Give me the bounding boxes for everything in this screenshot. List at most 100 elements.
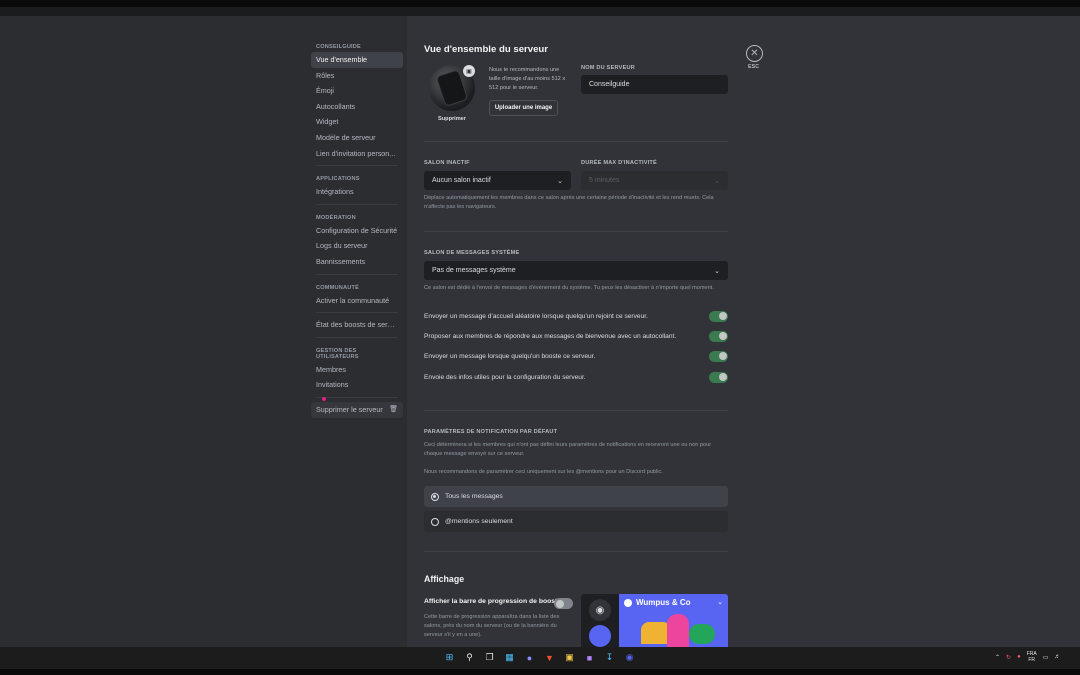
boost-message-toggle[interactable] (709, 350, 728, 362)
display-section-title: Affichage (424, 574, 465, 584)
esc-label: ESC (748, 64, 760, 70)
chevron-down-icon: ⌄ (714, 267, 720, 275)
banner-illustration (667, 614, 689, 647)
nav-divider (316, 312, 398, 314)
nav-item-enable-community[interactable]: Activer la communauté (311, 293, 403, 309)
toggle-label: Envoie des infos utiles pour la configur… (424, 373, 586, 381)
nav-item-invites[interactable]: Invitations (311, 377, 403, 393)
search-icon[interactable]: ⚲ (462, 650, 477, 665)
inactive-channel-label: SALON INACTIF (424, 160, 470, 166)
chevron-down-icon: ⌄ (714, 177, 720, 185)
server-name-label: NOM DU SERVEUR (581, 65, 635, 71)
banner-illustration (689, 624, 715, 644)
language-indicator[interactable]: FRA FR (1027, 651, 1037, 663)
nav-item-members[interactable]: Membres (311, 362, 403, 378)
discord-app-icon[interactable]: ◉ (622, 650, 637, 665)
welcome-message-toggle[interactable] (709, 310, 728, 322)
boost-bar-label: Afficher la barre de progression de boos… (424, 598, 558, 605)
nav-item-bans[interactable]: Bannissements (311, 254, 403, 270)
notification-recommendation: Nous recommandons de paramétrer ceci uni… (424, 469, 663, 475)
toggle-row-boost-message: Envoyer un message lorsque quelqu'un boo… (424, 349, 728, 363)
boost-bar-toggle[interactable] (554, 598, 573, 609)
nav-section-header: GESTION DES UTILISATEURS (316, 347, 359, 360)
upload-image-button[interactable]: Uploader une image (489, 100, 558, 116)
video-bottom-bar (0, 669, 1080, 675)
settings-nav: CONSEILGUIDE Vue d'ensemble Rôles Émoji … (311, 40, 403, 418)
nav-item-integrations[interactable]: Intégrations (311, 184, 403, 200)
delete-server-button[interactable]: Supprimer le serveur 🗑 (311, 401, 403, 418)
close-settings-button[interactable]: ✕ (746, 45, 763, 62)
nav-section-header: MODÉRATION (316, 214, 356, 221)
widgets-icon[interactable]: ▦ (502, 650, 517, 665)
nav-item-audit-log[interactable]: Logs du serveur (311, 238, 403, 254)
radio-label: @mentions seulement (445, 518, 513, 525)
section-divider (424, 410, 728, 411)
sync-icon[interactable]: ↻ (1006, 654, 1011, 661)
brave-browser-icon[interactable]: ▼ (542, 650, 557, 665)
file-explorer-icon[interactable]: ▣ (562, 650, 577, 665)
mouse-cursor-highlight (322, 397, 326, 401)
display-icon[interactable]: ▭ (1043, 654, 1049, 661)
chat-icon[interactable]: ● (522, 650, 537, 665)
nav-divider (316, 203, 398, 205)
keyboard-layout: FR (1028, 657, 1036, 663)
add-image-icon[interactable]: ▣ (463, 65, 475, 77)
nav-item-vanity-url[interactable]: Lien d'invitation person... (311, 146, 403, 162)
chevron-up-icon[interactable]: ⌃ (995, 654, 1000, 661)
server-icon (589, 625, 611, 647)
nav-item-emoji[interactable]: Émoji (311, 83, 403, 99)
nav-item-roles[interactable]: Rôles (311, 68, 403, 84)
nav-item-server-template[interactable]: Modèle de serveur (311, 130, 403, 146)
toggle-row-welcome: Envoyer un message d'accueil aléatoire l… (424, 309, 728, 323)
icon-recommendation-text: Nous te recommandons une taille d'image … (489, 67, 566, 91)
server-banner: Wumpus & Co ⌄ (619, 594, 728, 647)
download-icon[interactable]: ↧ (602, 650, 617, 665)
system-channel-value: Pas de messages système (432, 267, 516, 274)
chevron-down-icon: ⌄ (557, 177, 563, 185)
close-icon: ✕ (750, 48, 759, 59)
radio-all-messages[interactable]: Tous les messages (424, 486, 728, 507)
sticker-reply-toggle[interactable] (709, 330, 728, 342)
toggle-label: Envoyer un message lorsque quelqu'un boo… (424, 352, 596, 360)
radio-selected-icon (431, 492, 439, 501)
setup-tips-toggle[interactable] (709, 371, 728, 383)
chevron-down-icon: ⌄ (717, 599, 723, 606)
inactive-timeout-label: DURÉE MAX D'INACTIVITÉ (581, 160, 657, 166)
inactive-channel-select[interactable]: Aucun salon inactif ⌄ (424, 171, 571, 190)
toggle-label: Proposer aux membres de répondre aux mes… (424, 332, 677, 340)
nav-divider (316, 165, 398, 167)
nav-item-safety-setup[interactable]: Configuration de Sécurité (311, 223, 403, 239)
system-channel-description: Ce salon est dédié à l'envoi de messages… (424, 285, 714, 291)
server-name-input[interactable]: Conseilguide (581, 75, 728, 94)
nav-divider (316, 336, 398, 338)
windows-start-icon[interactable]: ⊞ (442, 650, 457, 665)
notification-settings-label: PARAMÈTRES DE NOTIFICATION PAR DÉFAUT (424, 429, 558, 435)
boost-bar-preview: ◉ Wumpus & Co ⌄ (581, 594, 728, 647)
video-top-bar (0, 0, 1080, 7)
radio-mentions-only[interactable]: @mentions seulement (424, 511, 728, 532)
volume-icon[interactable]: ♬ (1054, 654, 1060, 660)
server-icon-image (436, 70, 468, 106)
system-tray: ⌃ ↻ ● FRA FR ▭ ♬ (995, 651, 1060, 663)
inactive-channel-value: Aucun salon inactif (432, 177, 491, 184)
delete-server-label: Supprimer le serveur (316, 404, 383, 414)
trash-icon: 🗑 (389, 405, 398, 413)
nav-item-overview[interactable]: Vue d'ensemble (311, 52, 403, 68)
inactive-timeout-select[interactable]: 5 minutes ⌄ (581, 171, 728, 190)
nav-item-widget[interactable]: Widget (311, 114, 403, 130)
premiere-icon[interactable]: ■ (582, 650, 597, 665)
nav-divider (316, 273, 398, 275)
section-divider (424, 551, 728, 552)
server-name-value: Conseilguide (589, 81, 630, 88)
nav-item-stickers[interactable]: Autocollants (311, 99, 403, 115)
remove-icon-link[interactable]: Supprimer (438, 116, 466, 122)
nav-divider (316, 396, 398, 398)
task-view-icon[interactable]: ❐ (482, 650, 497, 665)
microphone-icon[interactable]: ● (1017, 654, 1021, 660)
nav-section-header: COMMUNAUTÉ (316, 284, 360, 291)
window-frame (0, 7, 1080, 16)
nav-item-boost-status[interactable]: État des boosts de serveur (311, 317, 403, 333)
system-channel-select[interactable]: Pas de messages système ⌄ (424, 261, 728, 280)
section-divider (424, 231, 728, 232)
taskbar-apps: ⊞ ⚲ ❐ ▦ ● ▼ ▣ ■ ↧ ◉ (442, 650, 637, 665)
